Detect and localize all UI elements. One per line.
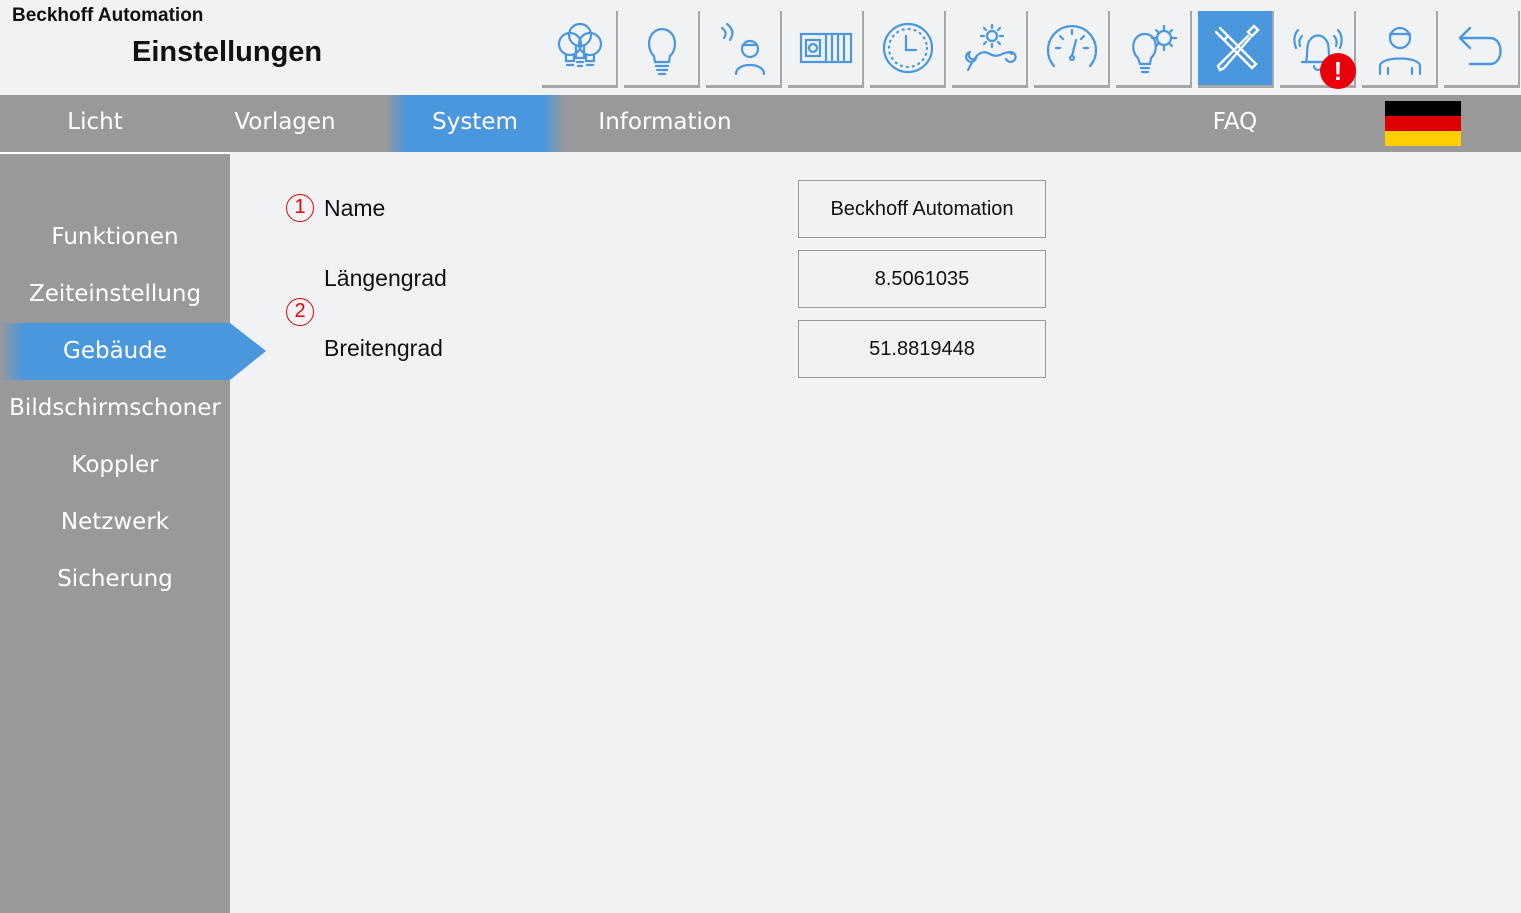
latitude-label: Breitengrad <box>324 335 443 361</box>
sidebar: Funktionen Zeiteinstellung Gebäude Bilds… <box>0 152 230 913</box>
back-button[interactable] <box>1444 11 1520 88</box>
bulb-gear-icon <box>1132 24 1178 74</box>
alarm-button[interactable]: ! <box>1280 11 1356 89</box>
gauge-button[interactable] <box>1034 11 1110 88</box>
sidebar-item-sicherung[interactable]: Sicherung <box>0 551 230 608</box>
tab-licht[interactable]: Licht <box>0 95 190 152</box>
multi-bulb-button[interactable] <box>542 11 618 88</box>
tab-vorlagen[interactable]: Vorlagen <box>190 95 380 152</box>
sun-moon-button[interactable] <box>952 11 1028 88</box>
name-field[interactable]: Beckhoff Automation <box>798 180 1046 238</box>
user-icon <box>1378 26 1422 76</box>
multi-bulb-icon <box>557 22 603 68</box>
bulb-gear-button[interactable] <box>1116 11 1192 88</box>
sun-moon-icon <box>965 23 1017 72</box>
back-arrow-icon <box>1458 26 1502 66</box>
user-button[interactable] <box>1362 11 1438 88</box>
presence-button[interactable] <box>706 11 782 88</box>
active-item-arrow <box>230 323 266 380</box>
tab-faq[interactable]: FAQ <box>1190 95 1280 152</box>
sidebar-item-zeiteinstellung[interactable]: Zeiteinstellung <box>0 266 230 323</box>
longitude-label: Längengrad <box>324 265 447 291</box>
name-label: Name <box>324 195 386 221</box>
bulb-icon <box>647 27 677 76</box>
alarm-badge: ! <box>1320 53 1356 89</box>
tab-information[interactable]: Information <box>570 95 760 152</box>
tools-button[interactable] <box>1198 11 1274 88</box>
marker-2: 2 <box>286 298 314 326</box>
sidebar-item-funktionen[interactable]: Funktionen <box>0 209 230 266</box>
sidebar-item-bildschirmschoner[interactable]: Bildschirmschoner <box>0 380 230 437</box>
header: Beckhoff Automation Einstellungen ! <box>0 0 1521 95</box>
sidebar-item-koppler[interactable]: Koppler <box>0 437 230 494</box>
page-title: Einstellungen <box>132 36 323 68</box>
tab-system[interactable]: System <box>385 95 565 152</box>
clock-icon <box>882 22 934 74</box>
blind-button[interactable] <box>788 11 864 88</box>
main-navbar: Licht Vorlagen System Information FAQ <box>0 95 1521 152</box>
latitude-field[interactable]: 51.8819448 <box>798 320 1046 378</box>
clock-button[interactable] <box>870 11 946 88</box>
window-blind-icon <box>799 32 853 64</box>
gauge-icon <box>1046 25 1098 68</box>
sidebar-item-netzwerk[interactable]: Netzwerk <box>0 494 230 551</box>
marker-1: 1 <box>286 194 314 222</box>
language-flag-icon[interactable] <box>1385 101 1461 146</box>
bulb-button[interactable] <box>624 11 700 88</box>
presence-sensor-icon <box>720 22 766 76</box>
longitude-field[interactable]: 8.5061035 <box>798 250 1046 308</box>
sidebar-item-gebaeude[interactable]: Gebäude <box>0 323 230 380</box>
company-name: Beckhoff Automation <box>12 5 204 26</box>
tools-icon <box>1214 24 1260 72</box>
